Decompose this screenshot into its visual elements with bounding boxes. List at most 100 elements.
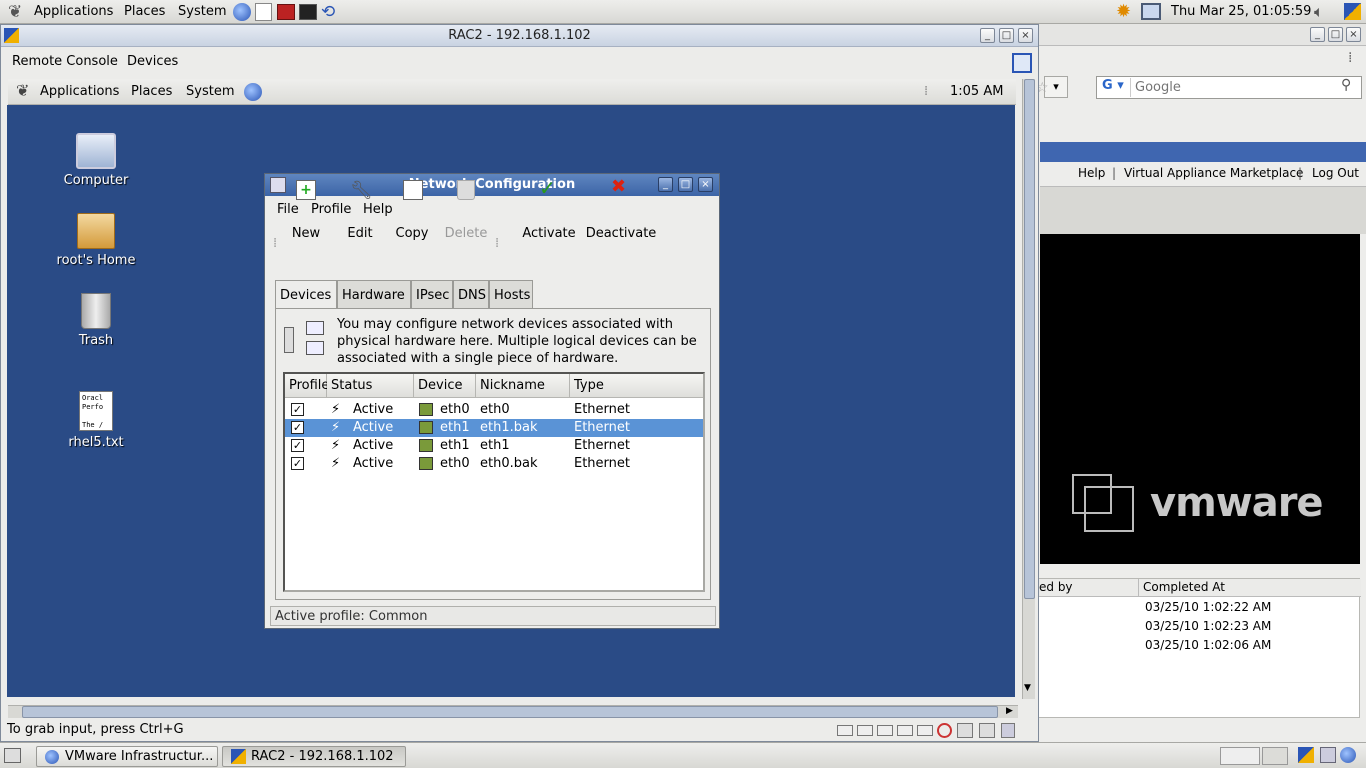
tray-browser-icon[interactable]	[1340, 747, 1356, 763]
console-maximize-button[interactable]: □	[999, 28, 1014, 43]
browser-minimize-button[interactable]: _	[1310, 27, 1325, 42]
scroll-down-icon[interactable]: ▼	[1024, 683, 1031, 693]
task-row[interactable]: 03/25/10 1:02:22 AM	[1145, 600, 1271, 614]
hdd-icon[interactable]	[897, 725, 913, 736]
profile-menu[interactable]: Profile	[311, 202, 351, 217]
cdrom-icon[interactable]	[857, 725, 873, 736]
desktop-icon-rhel5-txt[interactable]: Oracl Perfo The / rhel5.txt	[41, 391, 151, 450]
taskbar-rac2[interactable]: RAC2 - 192.168.1.102	[222, 746, 406, 767]
devices-list[interactable]: Profile Status Device Nickname Type ✓ ⚡︎…	[283, 372, 705, 592]
col-profile[interactable]: Profile	[285, 374, 329, 398]
search-input[interactable]	[1135, 79, 1335, 96]
console-app-icon[interactable]	[4, 28, 19, 43]
guest-places-menu[interactable]: Places	[131, 84, 172, 99]
hscroll-thumb[interactable]	[22, 706, 998, 718]
presentation-launcher-icon[interactable]	[277, 4, 295, 20]
profile-checkbox[interactable]: ✓	[291, 421, 304, 434]
terminal-launcher-icon[interactable]	[299, 4, 317, 20]
profile-checkbox[interactable]: ✓	[291, 439, 304, 452]
console-close-button[interactable]: ×	[1018, 28, 1033, 43]
browser-maximize-button[interactable]: □	[1328, 27, 1343, 42]
desktop-icon-home[interactable]: root's Home	[41, 213, 151, 268]
taskbar-vmware-infrastructure[interactable]: VMware Infrastructur...	[36, 746, 218, 767]
search-box[interactable]: G ▾ ⚲	[1096, 76, 1362, 99]
update-notifier-icon[interactable]: ✹	[1116, 1, 1131, 22]
tab-devices[interactable]: Devices	[275, 280, 337, 310]
guest-applications-menu[interactable]: Applications	[40, 84, 119, 99]
places-menu[interactable]: Places	[124, 4, 165, 19]
profile-checkbox[interactable]: ✓	[291, 457, 304, 470]
deactivate-button[interactable]: ✖ Deactivate	[583, 176, 659, 241]
device-row[interactable]: ✓ ⚡︎ Active eth0 eth0.bak Ethernet	[285, 455, 703, 473]
device-row[interactable]: ✓ ⚡︎ Active eth0 eth0 Ethernet	[285, 401, 703, 419]
device-row[interactable]: ✓ ⚡︎ Active eth1 eth1 Ethernet	[285, 437, 703, 455]
hdd-icon[interactable]	[877, 725, 893, 736]
guest-network-icon[interactable]	[244, 83, 262, 101]
guest-clock[interactable]: 1:05 AM	[950, 84, 1003, 99]
col-nickname[interactable]: Nickname	[476, 374, 570, 398]
logout-link[interactable]: Log Out	[1312, 166, 1359, 180]
refresh-launcher-icon[interactable]: ⟲	[321, 2, 335, 22]
system-menu[interactable]: System	[178, 4, 226, 19]
show-desktop-icon[interactable]	[4, 748, 21, 763]
guest-gnome-foot-icon[interactable]: ❦	[16, 81, 29, 100]
activate-button[interactable]: ✓ Activate	[519, 176, 579, 241]
text-editor-launcher-icon[interactable]	[255, 3, 272, 21]
fullscreen-icon[interactable]	[1012, 53, 1032, 73]
guest-system-menu[interactable]: System	[186, 84, 234, 99]
copy-button[interactable]: Copy	[391, 180, 433, 241]
col-status[interactable]: Status	[327, 374, 414, 398]
file-menu[interactable]: File	[277, 202, 299, 217]
dialog-minimize-button[interactable]: _	[658, 177, 673, 192]
tray-window-icon[interactable]	[1320, 747, 1336, 763]
console-vertical-scrollbar[interactable]: ▼	[1022, 79, 1035, 699]
vmware-tray-icon[interactable]	[1344, 3, 1361, 20]
edit-button[interactable]: 🔧︎ Edit	[339, 180, 381, 241]
console-horizontal-scrollbar[interactable]: ▶	[8, 705, 1018, 718]
tab-hosts[interactable]: Hosts	[489, 280, 533, 308]
remote-console-menu[interactable]: Remote Console	[12, 54, 118, 69]
col-type[interactable]: Type	[570, 374, 703, 398]
tasks-col-completed-at[interactable]: Completed At	[1139, 579, 1361, 597]
dialog-close-button[interactable]: ×	[698, 177, 713, 192]
workspace-2[interactable]	[1262, 747, 1288, 765]
desktop-icon-trash[interactable]: Trash	[41, 293, 151, 348]
task-row[interactable]: 03/25/10 1:02:23 AM	[1145, 619, 1271, 633]
desktop-icon-computer[interactable]: Computer	[41, 133, 151, 188]
tab-ipsec[interactable]: IPsec	[411, 280, 453, 308]
delete-button[interactable]: Delete	[443, 180, 489, 241]
scroll-right-icon[interactable]: ▶	[1006, 706, 1013, 716]
applications-menu[interactable]: Applications	[34, 4, 113, 19]
tasks-col-initiated-by[interactable]: ed by	[1031, 579, 1139, 597]
browser-close-button[interactable]: ×	[1346, 27, 1361, 42]
marketplace-link[interactable]: Virtual Appliance Marketplace	[1124, 166, 1303, 180]
help-link[interactable]: Help	[1078, 166, 1105, 180]
network-config-app-icon[interactable]	[270, 177, 286, 193]
profile-checkbox[interactable]: ✓	[291, 403, 304, 416]
console-minimize-button[interactable]: _	[980, 28, 995, 43]
disconnected-icon[interactable]	[937, 723, 952, 738]
network-status-icon[interactable]	[1141, 3, 1161, 20]
volume-icon[interactable]: 🔈︎	[1314, 2, 1324, 22]
web-browser-launcher-icon[interactable]	[233, 3, 251, 21]
floppy-icon[interactable]	[837, 725, 853, 736]
google-engine-icon[interactable]: G ▾	[1099, 78, 1131, 97]
tab-hardware[interactable]: Hardware	[337, 280, 411, 308]
col-device[interactable]: Device	[414, 374, 476, 398]
hdd-icon[interactable]	[917, 725, 933, 736]
network-adapter-icon[interactable]	[957, 723, 973, 738]
workspace-1[interactable]	[1220, 747, 1260, 765]
gnome-foot-icon[interactable]: ❦	[8, 2, 22, 22]
new-button[interactable]: + New	[285, 180, 327, 241]
tab-dns[interactable]: DNS	[453, 280, 489, 308]
network-adapter-icon[interactable]	[979, 723, 995, 738]
task-row[interactable]: 03/25/10 1:02:06 AM	[1145, 638, 1271, 652]
top-clock[interactable]: Thu Mar 25, 01:05:59	[1171, 4, 1311, 19]
device-row[interactable]: ✓ ⚡︎ Active eth1 eth1.bak Ethernet	[285, 419, 703, 437]
tray-vmware-icon[interactable]	[1298, 747, 1314, 763]
vscroll-thumb[interactable]	[1024, 79, 1035, 599]
help-menu[interactable]: Help	[363, 202, 393, 217]
dialog-maximize-button[interactable]: □	[678, 177, 693, 192]
devices-menu[interactable]: Devices	[127, 54, 178, 69]
magnifier-icon[interactable]: ⚲	[1341, 77, 1351, 93]
